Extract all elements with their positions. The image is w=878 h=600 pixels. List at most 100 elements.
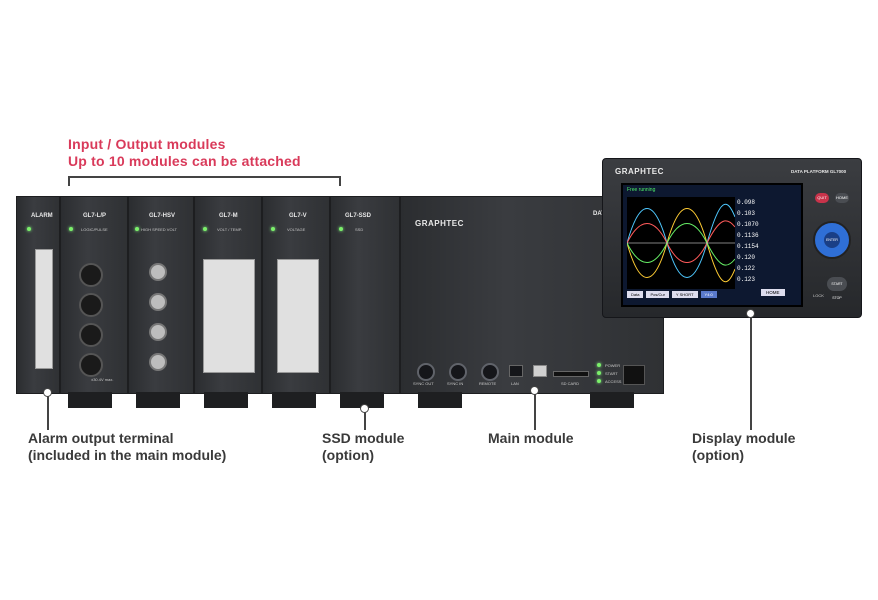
start-stop-button[interactable]: START STOP — [827, 277, 847, 300]
ssd-led — [339, 227, 343, 231]
hsv-sub: HIGH SPEED VOLT — [141, 227, 177, 232]
m-module: GL7-M VOLT / TEMP. — [194, 196, 262, 394]
screen-home-button[interactable]: HOME — [761, 289, 785, 296]
ssd-sub: SSD — [355, 227, 364, 232]
alarm-led — [27, 227, 31, 231]
reading-6: 0.122 — [737, 265, 756, 272]
screen-tab-yshort[interactable]: Y SHORT — [671, 291, 698, 298]
hsv-bnc-1 — [149, 263, 167, 281]
main-leader — [534, 394, 536, 430]
lan-port — [509, 365, 523, 377]
ssd-leader — [364, 412, 366, 430]
sync-in-label: SYNC IN — [447, 381, 464, 386]
sync-out-label: SYNC OUT — [413, 381, 434, 386]
dial-pad[interactable]: ENTER — [813, 221, 851, 259]
enter-button[interactable]: ENTER — [824, 232, 840, 248]
reading-1: 0.103 — [737, 210, 756, 217]
usb-port — [533, 365, 547, 377]
sd-card-label: SD CARD — [561, 381, 580, 386]
hsv-bnc-4 — [149, 353, 167, 371]
display-module: GRAPHTEC DATA PLATFORM GL7000 Free runni… — [602, 158, 862, 318]
screen-waveforms — [627, 197, 735, 289]
sd-card-slot — [553, 371, 589, 377]
power-switch — [623, 365, 645, 385]
ssd-caption: SSD module (option) — [322, 430, 404, 464]
start-label: START — [605, 371, 618, 376]
io-modules-caption: Input / Output modules Up to 10 modules … — [68, 136, 301, 170]
display-caption-line2: (option) — [692, 447, 745, 463]
display-leader — [750, 317, 752, 430]
m-led — [203, 227, 207, 231]
alarm-terminal — [35, 249, 53, 369]
main-brand: GRAPHTEC — [415, 219, 464, 228]
m-terminal-block — [203, 259, 255, 373]
m-sub: VOLT / TEMP. — [217, 227, 243, 232]
hsv-bnc-3 — [149, 323, 167, 341]
foot-main-right — [590, 392, 634, 408]
v-led — [271, 227, 275, 231]
reading-4: 0.1154 — [737, 243, 759, 250]
access-led — [597, 379, 601, 383]
alarm-caption-line1: Alarm output terminal — [28, 430, 174, 446]
foot-main-left — [418, 392, 462, 408]
foot-m — [204, 392, 248, 408]
alarm-leader — [47, 396, 49, 430]
lock-label: LOCK — [813, 293, 824, 298]
display-caption-line1: Display module — [692, 430, 796, 446]
ssd-caption-line1: SSD module — [322, 430, 405, 446]
display-model: DATA PLATFORM GL7000 — [791, 169, 847, 174]
ssd-module: GL7-SSD SSD — [330, 196, 400, 394]
m-label: GL7-M — [219, 213, 238, 219]
lp-sub: LOGIC/PULSE — [81, 227, 108, 232]
remote-label: REMOTE — [479, 381, 497, 386]
alarm-module: ALARM — [16, 196, 60, 394]
lp-led — [69, 227, 73, 231]
sync-out-port — [417, 363, 435, 381]
reading-3: 0.1136 — [737, 232, 759, 239]
v-module: GL7-V VOLTAGE — [262, 196, 330, 394]
home-button[interactable]: HOME — [835, 193, 849, 203]
alarm-caption-line2: (included in the main module) — [28, 447, 227, 463]
screen-tab-y4[interactable]: Y4:0 — [700, 291, 717, 298]
hsv-led — [135, 227, 139, 231]
v-terminal-block — [277, 259, 319, 373]
main-caption: Main module — [488, 430, 574, 447]
display-screen: Free running 0.098 0.103 0.1070 0.1136 0… — [621, 183, 803, 307]
io-caption-line1: Input / Output modules — [68, 136, 226, 152]
ssd-label: GL7-SSD — [345, 213, 372, 219]
display-caption: Display module (option) — [692, 430, 795, 464]
alarm-label: ALARM — [31, 213, 53, 219]
reading-2: 0.1070 — [737, 221, 759, 228]
reading-0: 0.098 — [737, 199, 756, 206]
foot-v — [272, 392, 316, 408]
io-bracket — [68, 176, 340, 178]
screen-tab-pos[interactable]: Pos/Cur — [646, 291, 669, 298]
io-bracket-left — [68, 176, 70, 186]
hsv-module: GL7-HSV HIGH SPEED VOLT — [128, 196, 194, 394]
access-label: ACCESS — [605, 379, 622, 384]
v-label: GL7-V — [289, 213, 307, 219]
io-bracket-right — [339, 176, 341, 186]
lan-label: LAN — [511, 381, 519, 386]
reading-7: 0.123 — [737, 276, 756, 283]
screen-readings: 0.098 0.103 0.1070 0.1136 0.1154 0.120 0… — [737, 197, 797, 287]
hsv-label: GL7-HSV — [149, 213, 176, 219]
foot-lp — [68, 392, 112, 408]
lp-connector-c — [79, 323, 103, 347]
lp-module: GL7-L/P LOGIC/PULSE ±30.4V max. — [60, 196, 128, 394]
quit-button[interactable]: QUIT — [815, 193, 829, 203]
remote-port — [481, 363, 499, 381]
lp-label: GL7-L/P — [83, 213, 107, 219]
lp-connector-a — [79, 263, 103, 287]
main-caption-line1: Main module — [488, 430, 574, 446]
power-label: POWER — [605, 363, 621, 368]
display-brand: GRAPHTEC — [615, 167, 664, 176]
power-led — [597, 363, 601, 367]
lp-connector-b — [79, 293, 103, 317]
screen-tab-data[interactable]: Data — [627, 291, 644, 298]
hsv-bnc-2 — [149, 293, 167, 311]
lp-connector-d — [79, 353, 103, 377]
alarm-caption: Alarm output terminal (included in the m… — [28, 430, 226, 464]
screen-tabs: Data Pos/Cur Y SHORT Y4:0 — [627, 291, 717, 298]
screen-mode: Free running — [627, 187, 656, 193]
